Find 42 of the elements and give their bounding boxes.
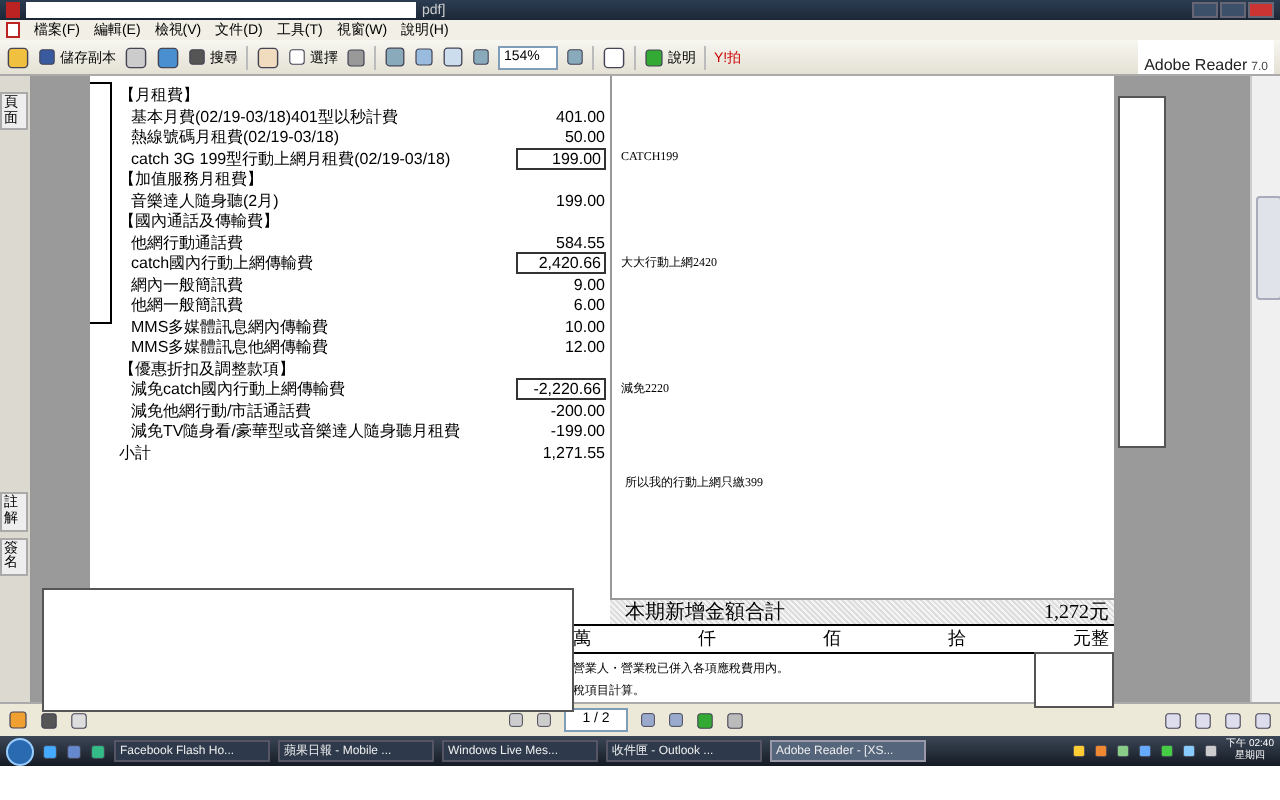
bill-item-label: 他網行動通話費 bbox=[129, 231, 245, 253]
scrollbar[interactable] bbox=[1249, 76, 1280, 702]
bill-amount: 1,271.55 bbox=[540, 443, 605, 461]
bill-item-label: catch國內行動上網傳輸費 bbox=[129, 252, 316, 274]
bill-amount: 6.00 bbox=[571, 296, 605, 314]
bill-amount: 199.00 bbox=[554, 191, 605, 209]
digit-label: 元整 bbox=[1073, 626, 1109, 652]
section-title: 【加值服務月租費】 bbox=[119, 168, 265, 190]
section-title: 【月租費】 bbox=[119, 84, 201, 106]
bill-item-label: MMS多媒體訊息網內傳輸費 bbox=[129, 315, 331, 337]
bill-item-label: 減免TV隨身看/豪華型或音樂達人隨身聽月租費 bbox=[129, 420, 462, 442]
digit-label: 萬 bbox=[573, 626, 591, 652]
bill-amount: 2,420.66 bbox=[515, 252, 605, 274]
bill-item-label: 減免catch國內行動上網傳輸費 bbox=[129, 378, 348, 400]
bill-item-label: 網內一般簡訊費 bbox=[129, 273, 245, 295]
bill-item-label: 音樂達人隨身聽(2月) bbox=[129, 189, 281, 211]
bill-item-label: 他網一般簡訊費 bbox=[129, 294, 245, 316]
bill-amount: -2,220.66 bbox=[515, 378, 605, 400]
bill-amount: 50.00 bbox=[562, 128, 605, 146]
bill-amount: 10.00 bbox=[562, 317, 605, 335]
bill-item-label: 減免他網行動/市話通話費 bbox=[129, 399, 314, 421]
total-amount: 1,272元 bbox=[1044, 600, 1109, 626]
bill-item-label: 小計 bbox=[119, 441, 153, 463]
bill-amount: -200.00 bbox=[548, 401, 605, 419]
bill-amount: -199.00 bbox=[548, 422, 605, 440]
bill-amount: 12.00 bbox=[562, 338, 605, 356]
scroll-thumb[interactable] bbox=[1255, 196, 1280, 300]
bill-item-label: 熱線號碼月租費(02/19-03/18) bbox=[129, 126, 342, 148]
bill-item-label: 基本月費(02/19-03/18)401型以秒計費 bbox=[129, 105, 400, 127]
section-title: 【優惠折扣及調整款項】 bbox=[119, 357, 297, 379]
section-title: 【國內通話及傳輸費】 bbox=[119, 210, 281, 232]
bill-amount: 584.55 bbox=[554, 233, 605, 251]
bill-amount: 199.00 bbox=[515, 147, 605, 169]
bill-amount: 401.00 bbox=[554, 107, 605, 125]
bill-item-label: catch 3G 199型行動上網月租費(02/19-03/18) bbox=[129, 147, 453, 169]
digit-label: 佰 bbox=[823, 626, 841, 652]
start-button[interactable] bbox=[6, 737, 34, 765]
bill-item-label: MMS多媒體訊息他網傳輸費 bbox=[129, 336, 331, 358]
digit-label: 拾 bbox=[948, 626, 966, 652]
total-label: 本期新增金額合計 bbox=[625, 599, 785, 626]
digit-label: 仟 bbox=[698, 626, 716, 652]
bill-amount: 9.00 bbox=[571, 275, 605, 293]
